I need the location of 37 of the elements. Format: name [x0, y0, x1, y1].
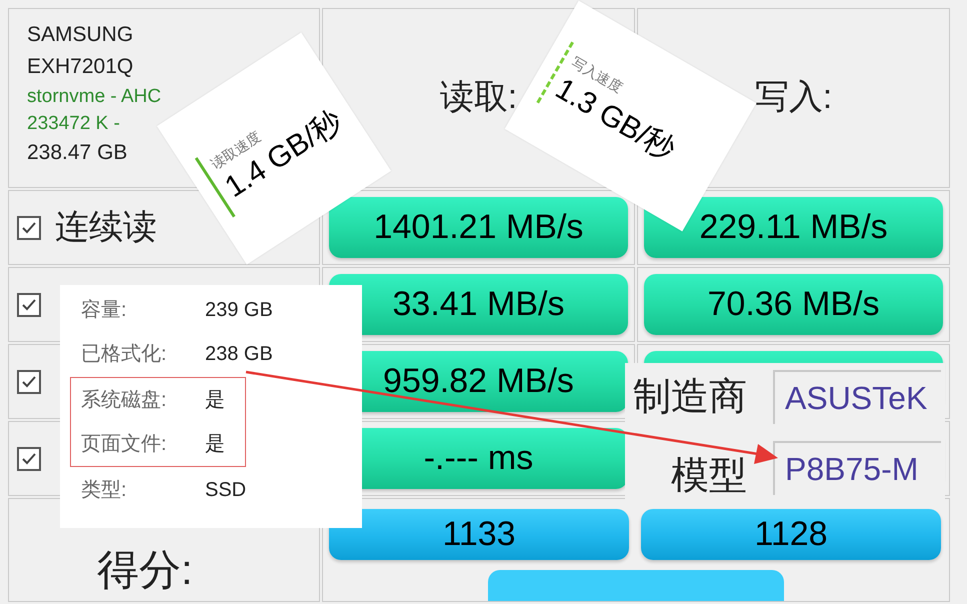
- check-icon: [21, 220, 37, 234]
- info-value: 是: [205, 432, 225, 457]
- drive-text: SAMSUNG: [27, 22, 134, 48]
- info-label: 容量:: [81, 298, 128, 323]
- info-label: 系统磁盘:: [81, 388, 168, 413]
- board-value: P8B75-M: [773, 441, 941, 495]
- info-label: 页面文件:: [81, 432, 168, 457]
- write-result: 70.36 MB/s: [644, 274, 943, 335]
- column-heading: 读取:: [440, 76, 518, 118]
- board-label: 模型: [670, 457, 748, 495]
- checkbox[interactable]: [17, 216, 41, 240]
- info-value: 238 GB: [205, 342, 273, 367]
- drive-text: EXH7201Q: [27, 54, 134, 80]
- read-score: 1133: [329, 509, 629, 560]
- info-value: SSD: [205, 478, 246, 503]
- column-heading: 写入:: [754, 76, 832, 118]
- driver-text: stornvme - AHC: [27, 85, 162, 109]
- checkbox[interactable]: [17, 370, 41, 394]
- test-label: 连续读: [55, 207, 157, 248]
- board-label: 制造商: [632, 378, 748, 416]
- read-result: 33.41 MB/s: [329, 274, 628, 335]
- check-icon: [21, 374, 37, 388]
- checkbox[interactable]: [17, 446, 41, 470]
- info-value: 是: [205, 388, 225, 413]
- board-value: ASUSTeK: [773, 370, 941, 424]
- info-label: 类型:: [81, 478, 128, 503]
- info-label: 已格式化:: [81, 342, 168, 367]
- write-score: 1128: [641, 509, 941, 560]
- driver-text: 233472 K -: [27, 112, 120, 136]
- drive-text: 238.47 GB: [27, 140, 128, 166]
- info-value: 239 GB: [205, 298, 273, 323]
- write-result: 229.11 MB/s: [644, 197, 943, 258]
- checkbox[interactable]: [17, 292, 41, 316]
- check-icon: [21, 298, 37, 312]
- check-icon: [21, 452, 37, 466]
- score-label: 得分:: [97, 549, 193, 591]
- read-result: 1401.21 MB/s: [329, 197, 628, 258]
